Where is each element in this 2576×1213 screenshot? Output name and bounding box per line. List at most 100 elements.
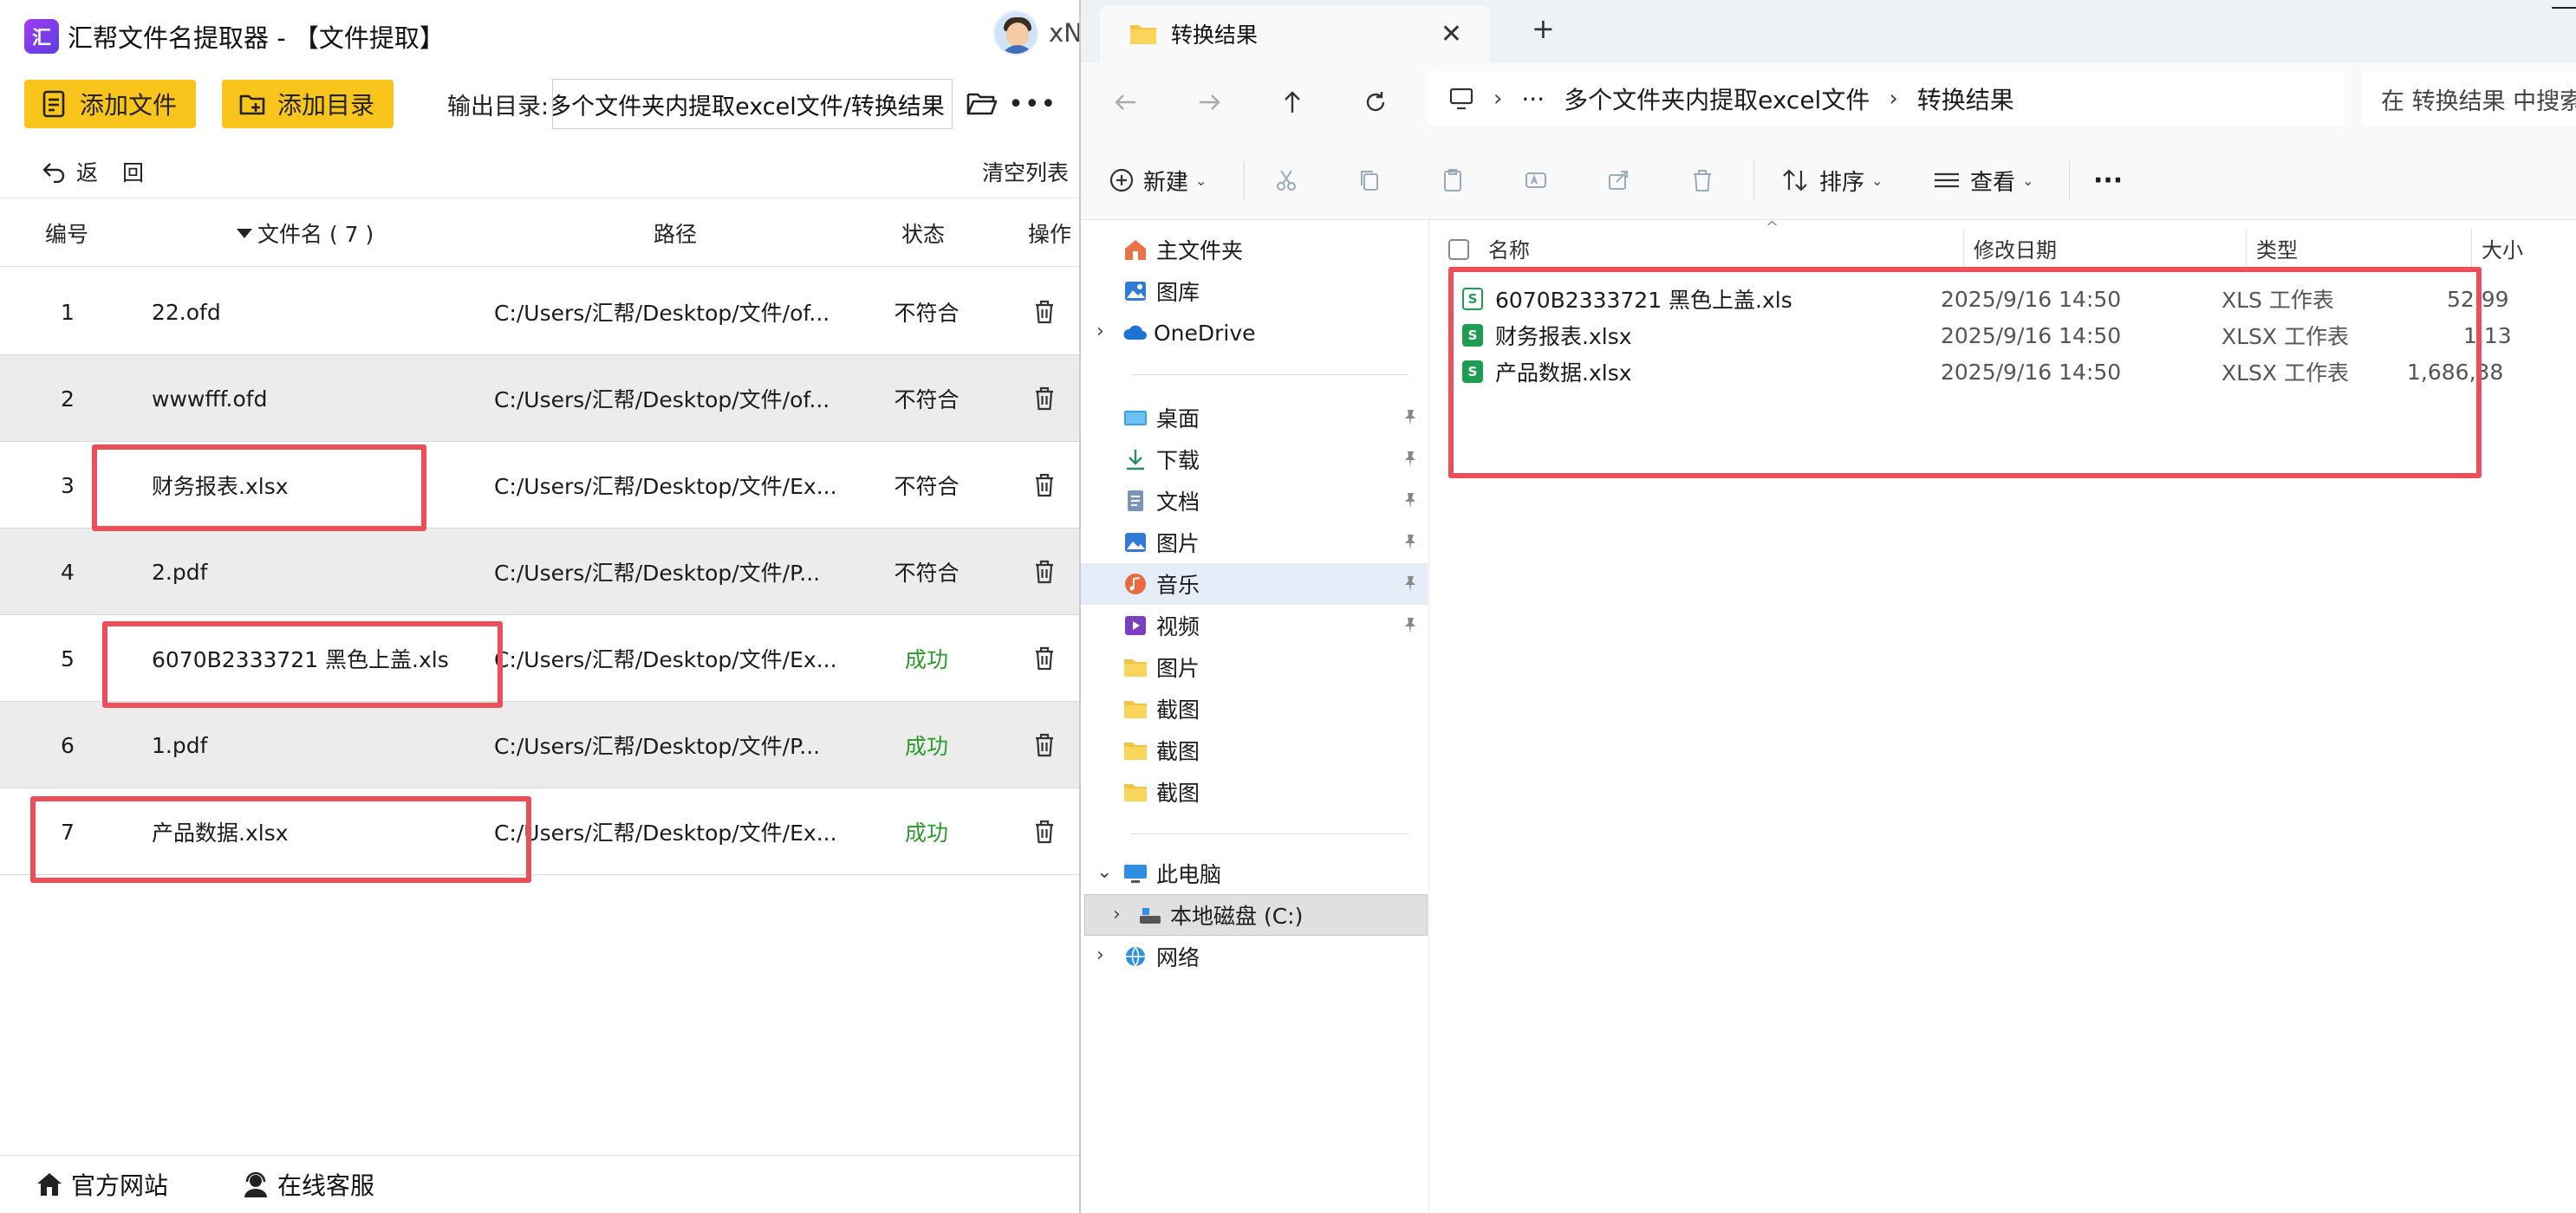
nav-folder-pictures[interactable]: 图片 — [1081, 646, 1428, 688]
clear-list-button[interactable]: 清空列表 — [982, 156, 1069, 187]
refresh-button[interactable] — [1356, 83, 1395, 121]
file-row[interactable]: S 6070B2333721 黑色上盖.xls 2025/9/16 14:50 … — [1462, 281, 2576, 317]
user-area[interactable]: xN — [993, 10, 1079, 55]
official-website-link[interactable]: 官方网站 — [35, 1167, 168, 1202]
view-button[interactable]: 查看 ⌄ — [1932, 159, 2033, 201]
expand-chevron-icon[interactable]: › — [1096, 944, 1104, 966]
delete-row-button[interactable] — [1033, 788, 1056, 875]
table-row[interactable]: 4 2.pdf C:/Users/汇帮/Desktop/文件/P... 不符合 — [0, 529, 1079, 615]
breadcrumb-current-folder[interactable]: 转换结果 — [1917, 81, 2014, 116]
pin-icon[interactable] — [1402, 574, 1419, 594]
more-options-button[interactable]: ••• — [1008, 89, 1057, 120]
sort-indicator-icon: ^ — [1766, 217, 1779, 237]
back-button[interactable]: 返回 — [42, 156, 168, 187]
delete-row-button[interactable] — [1033, 442, 1056, 529]
nav-documents[interactable]: 文档 — [1081, 480, 1428, 522]
minimize-icon[interactable] — [2552, 7, 2576, 9]
trash-icon — [1036, 820, 1053, 844]
table-row[interactable]: 6 1.pdf C:/Users/汇帮/Desktop/文件/P... 成功 — [0, 702, 1079, 788]
table-row[interactable]: 2 wwwfff.ofd C:/Users/汇帮/Desktop/文件/of..… — [0, 355, 1079, 442]
breadcrumb-overflow[interactable]: ··· — [1521, 85, 1545, 114]
pin-icon[interactable] — [1402, 450, 1419, 469]
tab-conversion-result[interactable]: 转换结果 ✕ — [1100, 5, 1490, 62]
nav-folder-screenshots[interactable]: 截图 — [1081, 730, 1428, 771]
nav-local-disk[interactable]: › 本地磁盘 (C:) — [1084, 894, 1428, 936]
row-number: 3 — [61, 472, 75, 498]
rename-button[interactable] — [1523, 159, 1558, 201]
delete-row-button[interactable] — [1033, 615, 1056, 702]
forward-button[interactable] — [1190, 83, 1228, 121]
add-directory-button[interactable]: 添加目录 — [222, 80, 394, 128]
file-row[interactable]: S 产品数据.xlsx 2025/9/16 14:50 XLSX 工作表 1,6… — [1462, 354, 2576, 390]
nav-this-pc[interactable]: ⌄ 此电脑 — [1081, 853, 1428, 894]
nav-folder-screenshots[interactable]: 截图 — [1081, 771, 1428, 813]
up-button[interactable] — [1273, 83, 1311, 121]
nav-videos[interactable]: 视频 — [1081, 605, 1428, 646]
delete-row-button[interactable] — [1033, 269, 1056, 355]
sort-button[interactable]: 排序 ⌄ — [1781, 159, 1883, 201]
column-name[interactable]: 名称 — [1488, 230, 1530, 265]
pin-icon[interactable] — [1402, 491, 1419, 510]
collapse-chevron-icon[interactable]: ⌄ — [1096, 861, 1112, 883]
new-button[interactable]: 新建 ⌄ — [1109, 159, 1207, 201]
expand-chevron-icon[interactable]: › — [1113, 904, 1121, 925]
file-row[interactable]: S 财务报表.xlsx 2025/9/16 14:50 XLSX 工作表 1,1… — [1462, 317, 2576, 354]
col-filename[interactable]: 文件名 ( 7 ) — [237, 198, 374, 268]
tab-title: 转换结果 — [1171, 23, 1259, 48]
output-dir-field[interactable]: 多个文件夹内提取excel文件/转换结果 — [552, 79, 953, 129]
more-commands-button[interactable]: ··· — [2093, 159, 2123, 201]
new-tab-button[interactable]: + — [1532, 12, 1555, 45]
nav-onedrive[interactable]: › OneDrive — [1081, 312, 1428, 354]
table-row[interactable]: 1 22.ofd C:/Users/汇帮/Desktop/文件/of... 不符… — [0, 269, 1079, 355]
expand-chevron-icon[interactable]: › — [1096, 321, 1104, 342]
delete-row-button[interactable] — [1033, 529, 1056, 615]
row-status: 成功 — [904, 647, 948, 672]
xls-file-icon: S — [1462, 288, 1483, 310]
document-icon — [1128, 490, 1143, 511]
nav-home[interactable]: 主文件夹 — [1081, 229, 1428, 270]
row-path: C:/Users/汇帮/Desktop/文件/Ex... — [494, 474, 837, 499]
paste-button[interactable] — [1440, 159, 1474, 201]
breadcrumb-parent-folder[interactable]: 多个文件夹内提取excel文件 — [1564, 81, 1870, 116]
delete-row-button[interactable] — [1033, 702, 1056, 788]
online-service-link[interactable]: 在线客服 — [241, 1167, 374, 1202]
search-box[interactable]: 在 转换结果 中搜索 — [2362, 71, 2576, 126]
close-tab-icon[interactable]: ✕ — [1441, 19, 1462, 49]
back-button[interactable] — [1107, 83, 1145, 121]
delete-button[interactable] — [1689, 159, 1724, 201]
nav-folder-screenshots[interactable]: 截图 — [1081, 688, 1428, 730]
table-row[interactable]: 5 6070B2333721 黑色上盖.xls C:/Users/汇帮/Desk… — [0, 615, 1079, 702]
nav-desktop[interactable]: 桌面 — [1081, 397, 1428, 438]
cut-button[interactable] — [1273, 159, 1308, 201]
copy-button[interactable] — [1356, 159, 1391, 201]
share-button[interactable] — [1606, 159, 1641, 201]
nav-label: 主文件夹 — [1156, 238, 1244, 263]
select-all-checkbox[interactable] — [1448, 239, 1469, 260]
pin-icon[interactable] — [1402, 533, 1419, 552]
nav-pictures[interactable]: 图片 — [1081, 522, 1428, 563]
table-row[interactable]: 3 财务报表.xlsx C:/Users/汇帮/Desktop/文件/Ex...… — [0, 442, 1079, 529]
col-path: 路径 — [654, 222, 698, 247]
nav-downloads[interactable]: 下载 — [1081, 438, 1428, 480]
nav-network[interactable]: › 网络 — [1081, 936, 1428, 977]
avatar[interactable] — [993, 10, 1038, 55]
column-type[interactable]: 类型 — [2256, 230, 2298, 265]
pin-icon[interactable] — [1402, 408, 1419, 427]
nav-label: 截图 — [1156, 781, 1200, 806]
add-file-button[interactable]: 添加文件 — [24, 80, 197, 128]
table-row[interactable]: 7 产品数据.xlsx C:/Users/汇帮/Desktop/文件/Ex...… — [0, 788, 1079, 875]
open-folder-button[interactable] — [965, 87, 999, 121]
address-bar[interactable]: › ··· 多个文件夹内提取excel文件 › 转换结果 — [1428, 71, 2345, 126]
file-date: 2025/9/16 14:50 — [1941, 359, 2122, 385]
arrow-up-icon — [1285, 91, 1300, 113]
pin-icon[interactable] — [1402, 616, 1419, 635]
nav-music[interactable]: 音乐 — [1081, 563, 1428, 605]
column-date[interactable]: 修改日期 — [1974, 230, 2057, 265]
video-icon — [1125, 616, 1146, 635]
computer-icon — [1124, 865, 1147, 883]
row-filename: 1.pdf — [152, 732, 208, 758]
delete-row-button[interactable] — [1033, 355, 1056, 442]
share-icon — [1609, 171, 1628, 190]
nav-gallery[interactable]: 图库 — [1081, 270, 1428, 312]
column-size[interactable]: 大小 — [2482, 230, 2523, 265]
